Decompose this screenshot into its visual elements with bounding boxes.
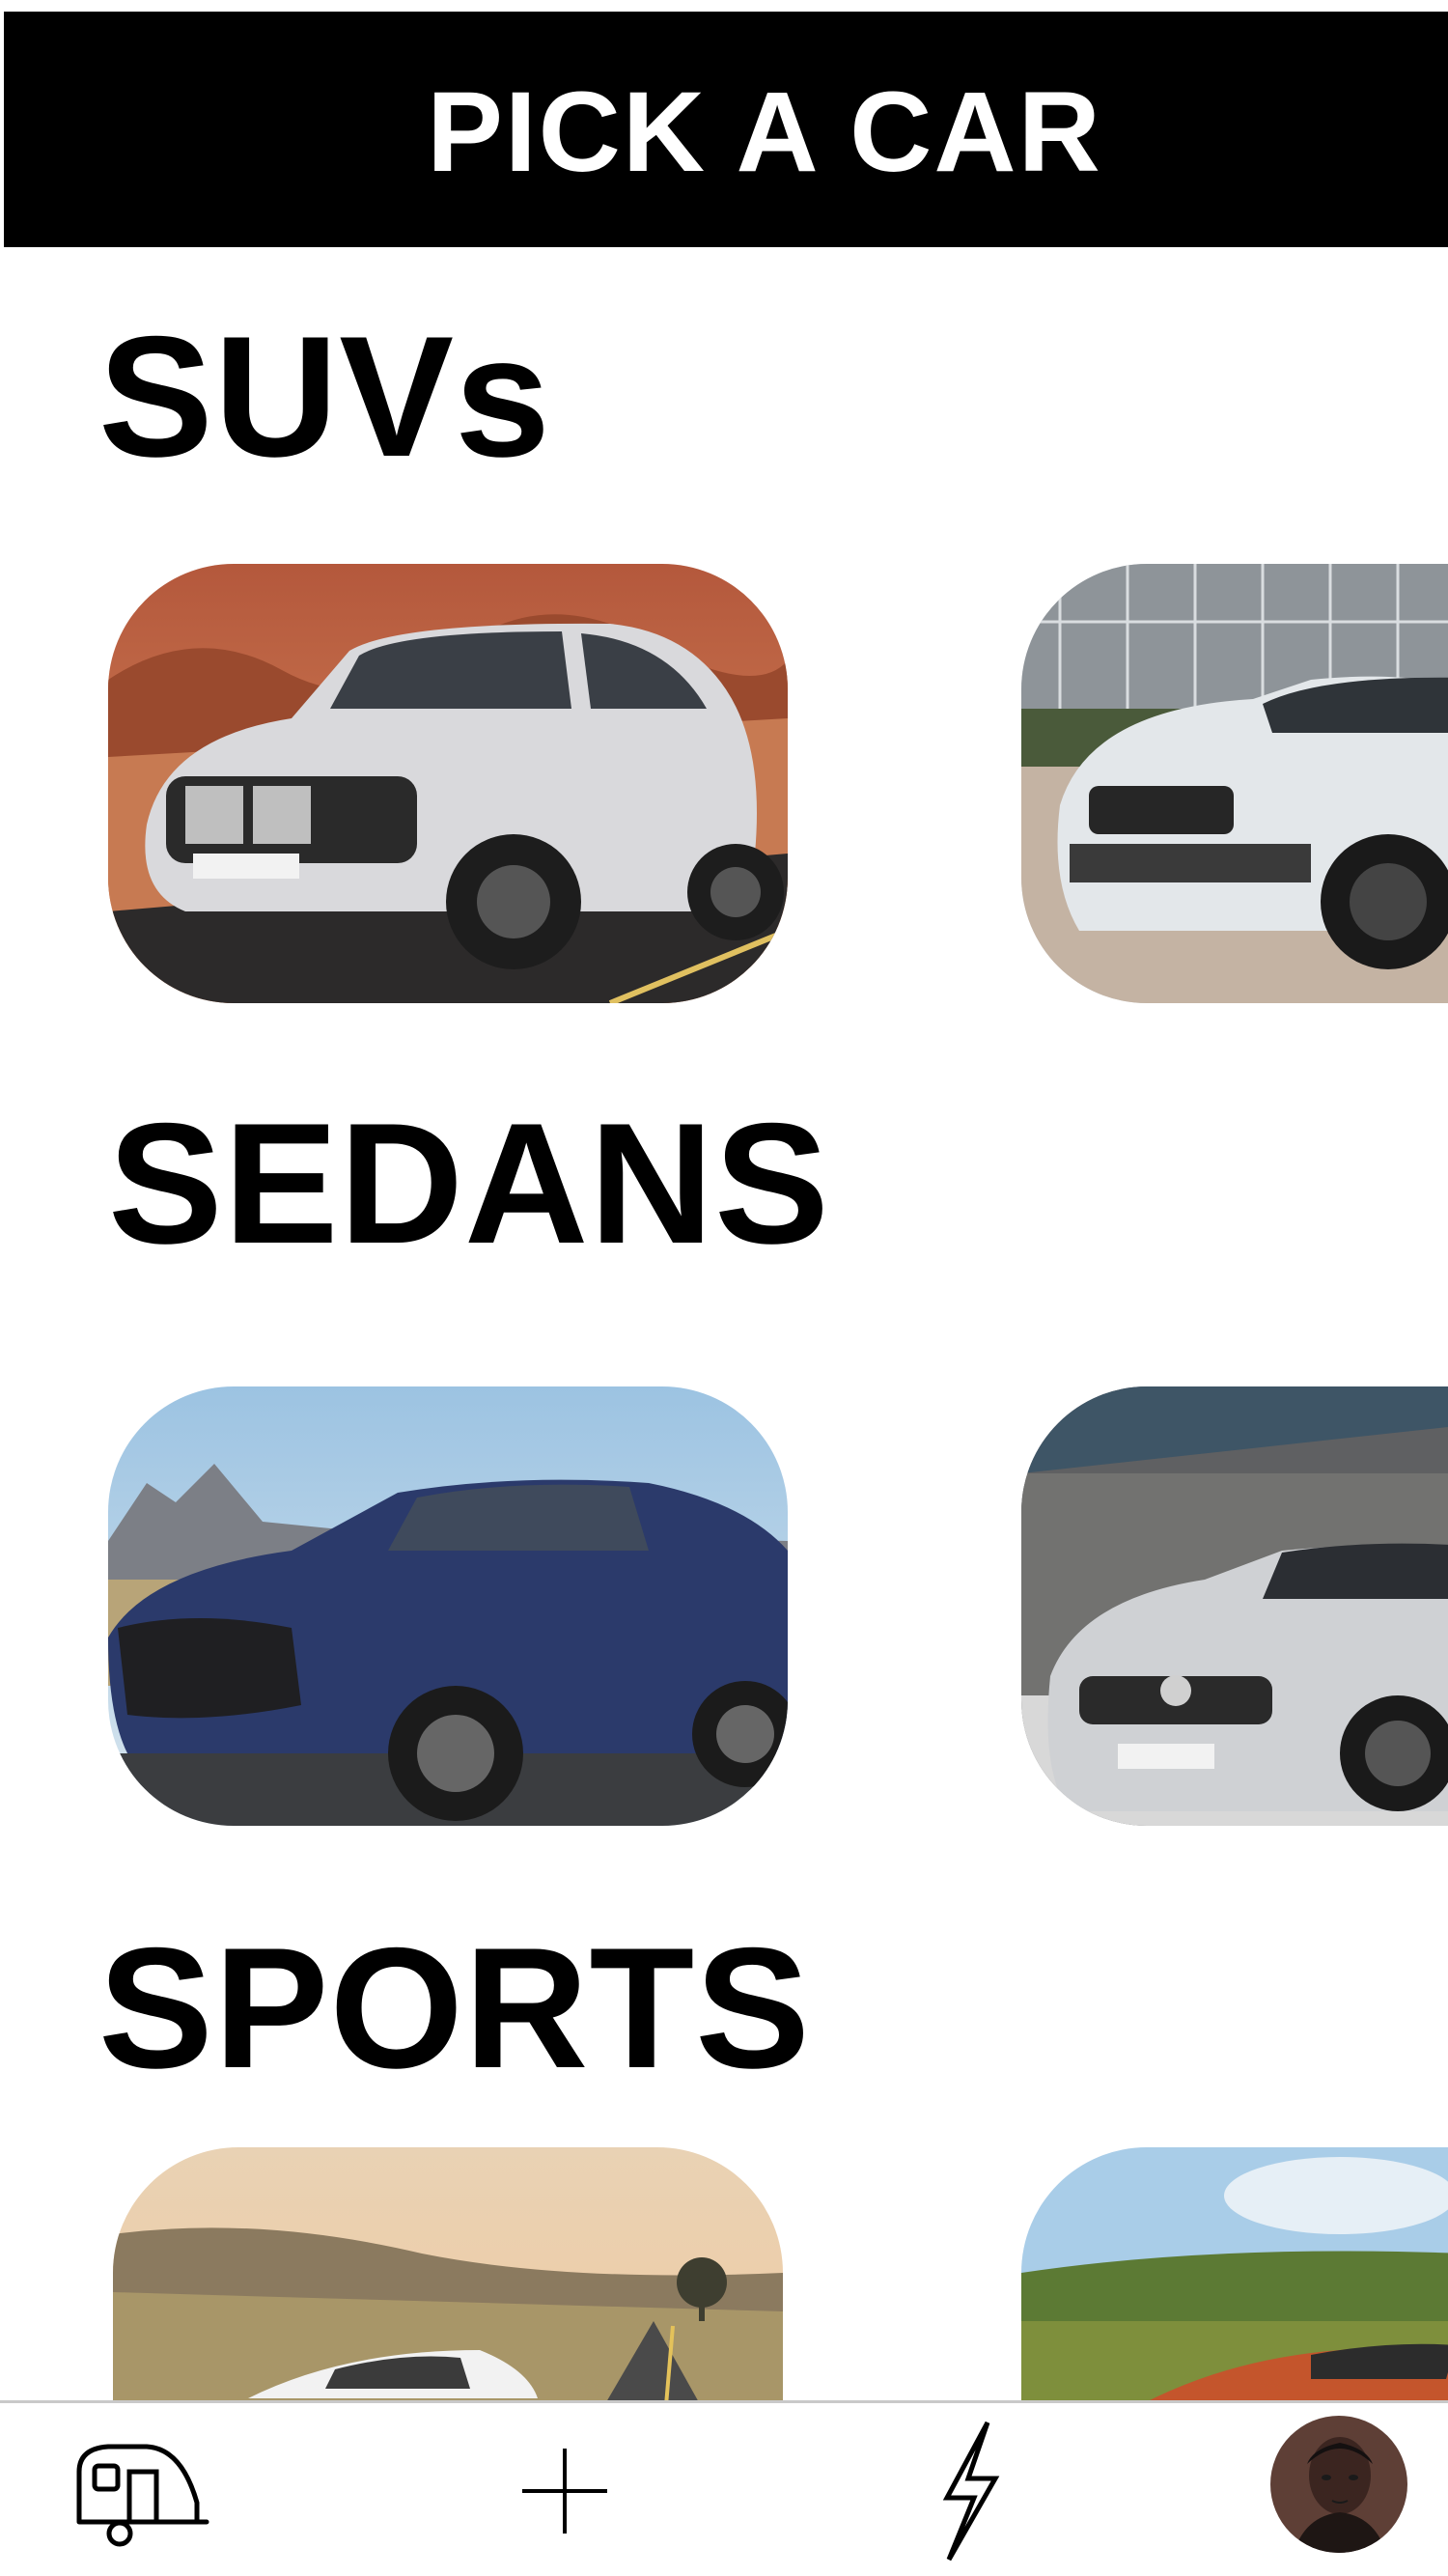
- car-image: [108, 564, 788, 1003]
- car-card-suv-2[interactable]: [1021, 564, 1448, 1003]
- car-image: [1021, 564, 1448, 1003]
- camper-trailer-icon: [76, 2444, 209, 2547]
- nav-lightning-button[interactable]: [907, 2403, 1033, 2576]
- lightning-icon: [942, 2421, 1000, 2562]
- car-card-suv-1[interactable]: [108, 564, 788, 1003]
- header-bar: PICK A CAR: [4, 12, 1448, 247]
- profile-photo: [1270, 2416, 1407, 2553]
- pick-a-car-screen: PICK A CAR SUVs SEDANS SPORTS: [0, 0, 1448, 2576]
- nav-trailer-button[interactable]: [56, 2403, 220, 2576]
- car-card-sedan-2[interactable]: [1021, 1386, 1448, 1826]
- profile-avatar[interactable]: [1270, 2416, 1407, 2553]
- car-image: [1021, 1386, 1448, 1826]
- plus-icon: [522, 2449, 607, 2534]
- section-heading-sedans: SEDANS: [108, 1087, 830, 1279]
- page-title: PICK A CAR: [427, 69, 1102, 196]
- section-heading-suvs: SUVs: [98, 300, 551, 492]
- nav-add-button[interactable]: [502, 2403, 627, 2576]
- car-card-sedan-1[interactable]: [108, 1386, 788, 1826]
- section-heading-sports: SPORTS: [98, 1912, 811, 2104]
- bottom-nav-bar: [0, 2400, 1448, 2576]
- car-image: [108, 1386, 788, 1826]
